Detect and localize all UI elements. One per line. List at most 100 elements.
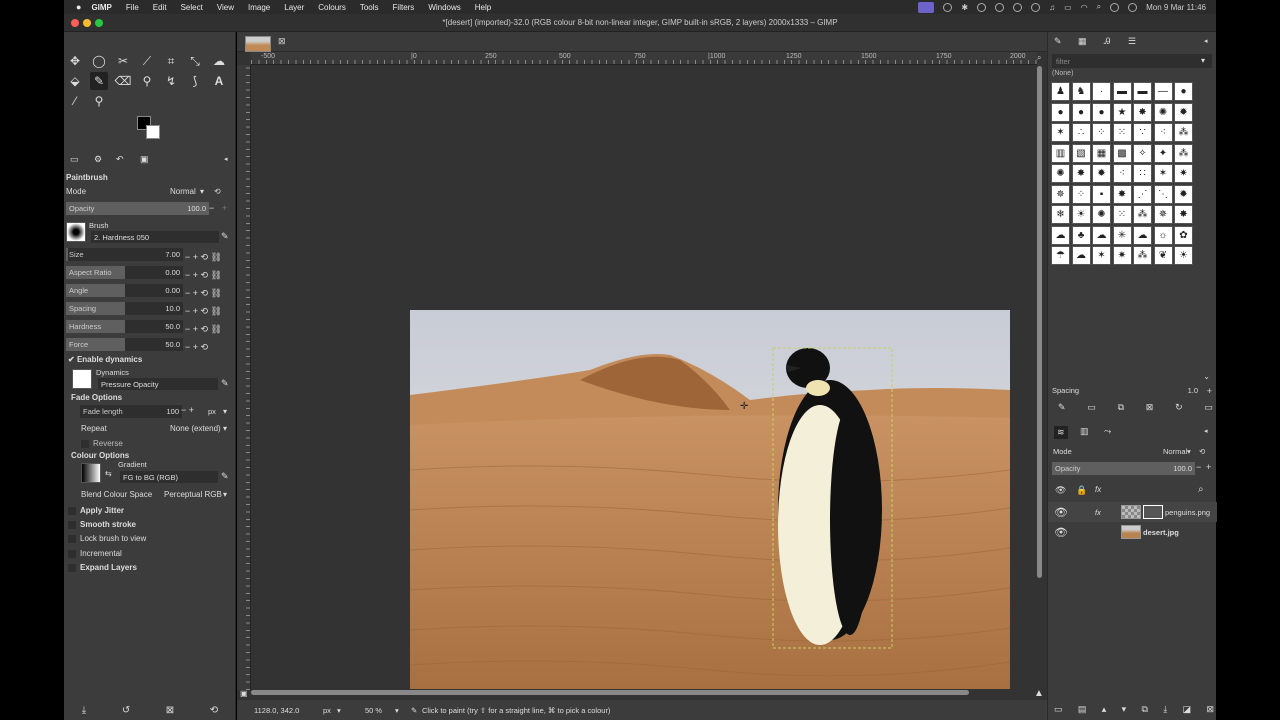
delete-layer-icon[interactable]: ⊠ bbox=[1206, 704, 1214, 715]
blend-colour-space-select[interactable]: Perceptual RGB bbox=[164, 490, 222, 499]
ellipse-select-icon[interactable]: ◯ bbox=[90, 52, 108, 70]
decrement-icon[interactable]: − bbox=[1196, 462, 1201, 472]
raise-layer-icon[interactable]: ▴ bbox=[1102, 704, 1107, 715]
reset-icon[interactable]: ⟲ bbox=[214, 187, 221, 196]
eye-icon[interactable]: 👁 bbox=[1054, 506, 1068, 519]
horizontal-ruler[interactable]: -500 |0 250 500 750 |1000 1250 1500 1750… bbox=[251, 52, 1037, 65]
clock[interactable]: Mon 9 Mar 11:46 bbox=[1146, 3, 1206, 12]
brush-grid[interactable]: ♟ ♞ · ▬ ▬ — ● ● ● ● ★ ✸ ✺ ✹ ✶ ∴ ⁘ ⁙ ∵ ⁖ ⁂ ▥ ▧ ▦ ▩ ✧ ✦ ⁂ ✺ ✸ ✹ ⁖ ∷ ✶ ✷ ✵ ⁘ ▪ ✸ ⋰… bbox=[1051, 82, 1193, 267]
menu-image[interactable]: Image bbox=[248, 3, 270, 12]
headphones-icon[interactable]: ♫ bbox=[1049, 3, 1055, 12]
menu-colours[interactable]: Colours bbox=[318, 3, 346, 12]
search-icon[interactable]: ⌕ bbox=[1097, 2, 1101, 12]
visibility-header-icon[interactable]: 👁 bbox=[1055, 485, 1066, 496]
image-tab[interactable] bbox=[243, 34, 273, 52]
mode-select[interactable]: Normal bbox=[170, 187, 196, 196]
new-layer-group-icon[interactable]: ▤ bbox=[1078, 704, 1087, 715]
slider-control-row[interactable]: − + ⟲ ⛓ bbox=[185, 284, 235, 302]
minimize-window-icon[interactable] bbox=[83, 19, 91, 27]
brush-swatch[interactable]: ● bbox=[1092, 102, 1111, 122]
angle-slider[interactable]: Angle 0.00 bbox=[66, 284, 183, 297]
menu-edit[interactable]: Edit bbox=[153, 3, 167, 12]
brush-swatch[interactable]: ✹ bbox=[1174, 184, 1193, 204]
dynamics-preview[interactable] bbox=[72, 369, 92, 389]
spacing-slider[interactable]: Spacing 10.0 bbox=[66, 302, 183, 315]
status-icon[interactable] bbox=[1013, 2, 1023, 12]
size-slider[interactable]: Size 7.00 bbox=[66, 248, 183, 261]
increment-icon[interactable]: + bbox=[1207, 386, 1212, 396]
close-tab-icon[interactable]: ⊠ bbox=[278, 36, 286, 47]
lock-icon[interactable]: 🔒 bbox=[1076, 485, 1087, 496]
smooth-stroke-checkbox[interactable]: Smooth stroke bbox=[68, 520, 136, 529]
lock-brush-checkbox[interactable]: Lock brush to view bbox=[68, 534, 146, 543]
delete-options-icon[interactable]: ⊠ bbox=[166, 705, 174, 716]
background-color[interactable] bbox=[146, 125, 160, 139]
brush-swatch[interactable]: ▪ bbox=[1092, 184, 1111, 204]
wifi-icon[interactable]: ◠ bbox=[1081, 3, 1088, 12]
lower-layer-icon[interactable]: ▾ bbox=[1122, 704, 1127, 715]
channels-tab-icon[interactable]: ▥ bbox=[1080, 426, 1089, 437]
brush-swatch[interactable]: ⁙ bbox=[1112, 205, 1132, 224]
reset-options-icon[interactable]: ⟲ bbox=[210, 705, 218, 716]
undo-history-tab-icon[interactable]: ↶ bbox=[116, 154, 124, 165]
effects-icon[interactable]: fx bbox=[1095, 485, 1101, 494]
menu-view[interactable]: View bbox=[217, 3, 234, 12]
incremental-checkbox[interactable]: Incremental bbox=[68, 549, 122, 558]
brush-swatch[interactable]: ▬ bbox=[1112, 82, 1132, 101]
navigate-icon[interactable]: ⌕ bbox=[1037, 53, 1041, 63]
brush-swatch[interactable]: ✵ bbox=[1153, 205, 1173, 224]
increment-icon[interactable]: + bbox=[1206, 462, 1211, 472]
status-icon[interactable] bbox=[995, 2, 1005, 12]
close-window-icon[interactable] bbox=[71, 19, 79, 27]
brush-swatch[interactable]: ✵ bbox=[1051, 184, 1070, 204]
layer-name[interactable]: penguins.png bbox=[1165, 508, 1210, 517]
brush-name[interactable]: 2. Hardness 050 bbox=[91, 231, 219, 243]
menu-help[interactable]: Help bbox=[475, 3, 491, 12]
siri-icon[interactable] bbox=[1128, 2, 1138, 12]
layers-tab-icon[interactable]: ≋ bbox=[1054, 426, 1068, 439]
gradient-reverse-icon[interactable]: ⇆ bbox=[105, 469, 112, 478]
bluetooth-icon[interactable]: ✱ bbox=[961, 3, 968, 12]
brush-swatch[interactable]: ⁖ bbox=[1153, 123, 1173, 142]
brush-swatch[interactable]: ⁘ bbox=[1092, 123, 1111, 142]
increment-icon[interactable]: + bbox=[222, 203, 227, 213]
patterns-tab-icon[interactable]: ▦ bbox=[1078, 36, 1087, 47]
decrement-icon[interactable]: − bbox=[209, 203, 214, 213]
brush-swatch[interactable]: ⁙ bbox=[1112, 123, 1132, 142]
brush-swatch[interactable]: ⁂ bbox=[1174, 143, 1193, 163]
reset-icon[interactable]: ⟲ bbox=[1199, 447, 1205, 456]
brush-swatch[interactable]: ⋰ bbox=[1133, 184, 1152, 204]
brush-swatch[interactable]: ∵ bbox=[1133, 123, 1152, 142]
brush-swatch[interactable]: ✷ bbox=[1174, 164, 1193, 183]
chevron-down-icon[interactable]: ▾ bbox=[200, 187, 204, 196]
edit-gradient-icon[interactable]: ✎ bbox=[221, 471, 229, 482]
panel-menu-icon[interactable]: ◂ bbox=[1204, 427, 1208, 435]
brush-swatch[interactable]: ✸ bbox=[1112, 184, 1132, 204]
brush-swatch[interactable]: ✹ bbox=[1174, 102, 1193, 122]
layer-mode-row[interactable]: Mode Normal ▾ ⟲ bbox=[1053, 447, 1213, 456]
brush-swatch[interactable]: ✧ bbox=[1133, 143, 1152, 163]
paths-tab-icon[interactable]: ⤳ bbox=[1104, 426, 1111, 437]
brush-swatch[interactable]: ⁂ bbox=[1174, 123, 1193, 142]
smudge-tool-icon[interactable]: ↯ bbox=[162, 72, 180, 90]
repeat-select[interactable]: None (extend) bbox=[170, 424, 221, 433]
apply-jitter-checkbox[interactable]: Apply Jitter bbox=[68, 506, 124, 515]
restore-options-icon[interactable]: ↺ bbox=[122, 705, 130, 716]
brush-swatch[interactable]: ⁂ bbox=[1133, 246, 1152, 265]
chevron-down-icon[interactable]: ▾ bbox=[1187, 447, 1191, 456]
chevron-down-icon[interactable]: ▾ bbox=[223, 490, 227, 499]
brush-swatch[interactable]: ⁘ bbox=[1071, 184, 1091, 204]
layer-thumbnail[interactable] bbox=[1121, 505, 1141, 519]
brush-swatch[interactable]: ✶ bbox=[1051, 123, 1070, 142]
brush-swatch[interactable]: ✸ bbox=[1071, 164, 1091, 183]
panel-menu-icon[interactable]: ◂ bbox=[1204, 37, 1208, 45]
brush-swatch[interactable]: — bbox=[1153, 82, 1173, 101]
fade-length-stepper[interactable]: − + bbox=[181, 405, 194, 415]
brush-swatch[interactable]: ⁖ bbox=[1112, 164, 1132, 183]
layer-opacity-slider[interactable]: Opacity 100.0 bbox=[1052, 462, 1195, 475]
horizontal-scrollbar[interactable] bbox=[251, 690, 969, 695]
duplicate-layer-icon[interactable]: ⧉ bbox=[1141, 704, 1147, 715]
brush-swatch[interactable]: ☂ bbox=[1051, 246, 1070, 265]
brush-swatch[interactable]: ✸ bbox=[1174, 205, 1193, 224]
vertical-scrollbar[interactable] bbox=[1037, 66, 1042, 578]
